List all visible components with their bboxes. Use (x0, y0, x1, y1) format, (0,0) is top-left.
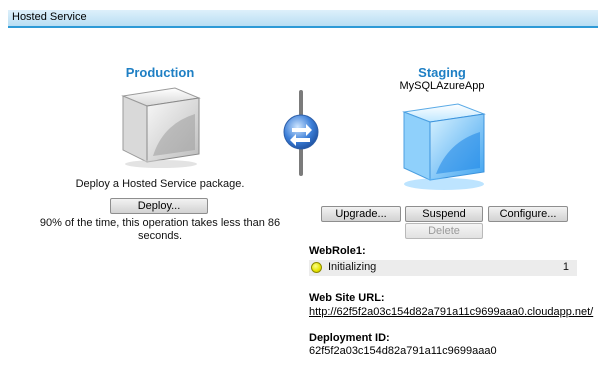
section-header: Hosted Service (8, 10, 598, 28)
production-description: Deploy a Hosted Service package. (75, 178, 245, 190)
deployment-id-label: Deployment ID: (309, 332, 390, 344)
role-status: Initializing (328, 261, 377, 273)
configure-button[interactable]: Configure... (488, 206, 568, 222)
deployment-id-value: 62f5f2a03c154d82a791a11c9699aaa0 (309, 345, 497, 357)
deploy-button[interactable]: Deploy... (110, 198, 208, 214)
role-instance-count: 1 (562, 261, 569, 273)
suspend-button[interactable]: Suspend (405, 206, 483, 222)
production-title: Production (125, 65, 195, 80)
website-url-label: Web Site URL: (309, 292, 385, 304)
role-label: WebRole1: (309, 245, 366, 257)
delete-button[interactable]: Delete (405, 223, 483, 239)
upgrade-button[interactable]: Upgrade... (321, 206, 401, 222)
production-note-line1: 90% of the time, this operation takes le… (39, 217, 281, 229)
status-indicator-icon (311, 262, 322, 273)
production-cube-icon (121, 87, 201, 168)
staging-cube-icon (402, 103, 486, 190)
section-title: Hosted Service (12, 11, 87, 23)
swap-button[interactable] (280, 88, 322, 178)
staging-title: Staging (418, 65, 466, 80)
website-url-link[interactable]: http://62f5f2a03c154d82a791a11c9699aaa0.… (309, 306, 593, 318)
role-status-row: Initializing 1 (309, 260, 577, 276)
production-note-line2: seconds. (137, 230, 183, 242)
staging-deployment-name: MySQLAzureApp (399, 80, 485, 92)
